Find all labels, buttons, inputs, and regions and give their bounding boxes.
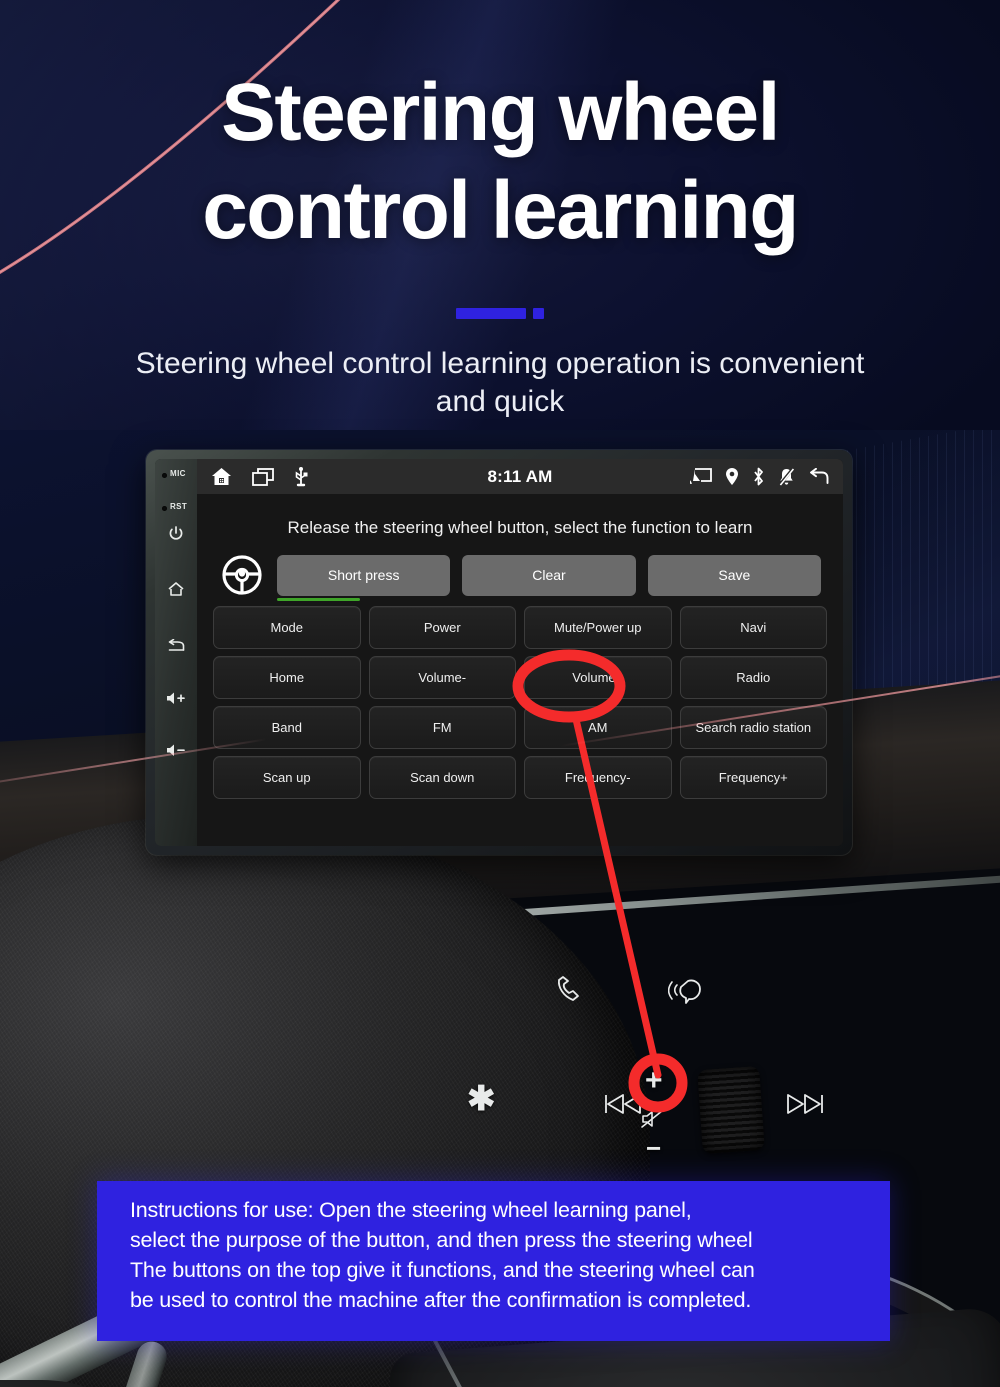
function-button-mode[interactable]: Mode xyxy=(213,606,361,649)
function-button-home[interactable]: Home xyxy=(213,656,361,699)
mode-button-label: Clear xyxy=(532,567,566,583)
home-icon[interactable] xyxy=(211,467,232,486)
car-head-unit: MIC RST 8:11 AM Release the steering whe… xyxy=(146,450,852,855)
page-subtitle: Steering wheel control learning operatio… xyxy=(135,347,865,418)
function-button-radio[interactable]: Radio xyxy=(679,656,827,699)
notifications-off-icon[interactable] xyxy=(778,467,795,486)
rst-indicator-dot xyxy=(162,506,167,511)
head-unit-side-panel: MIC RST xyxy=(155,459,197,846)
function-button-frequency-down[interactable]: Frequency- xyxy=(524,756,672,799)
promo-page: Steering wheel control learning Steering… xyxy=(0,0,1000,1387)
home-icon[interactable] xyxy=(167,581,185,601)
mic-indicator-dot xyxy=(162,473,167,478)
underline-dot xyxy=(533,308,544,319)
mode-button-short-press[interactable]: Short press xyxy=(277,554,451,601)
function-button-volume-down[interactable]: Volume- xyxy=(368,656,516,699)
function-grid: Mode Power Mute/Power up Navi Home Volum… xyxy=(213,606,827,799)
page-title: Steering wheel control learning xyxy=(0,72,1000,252)
head-unit-inner: MIC RST 8:11 AM Release the steering whe… xyxy=(155,459,843,846)
power-icon[interactable] xyxy=(168,525,185,546)
scroll-wheel[interactable] xyxy=(697,1065,765,1155)
title-line-1: Steering wheel xyxy=(221,67,780,158)
instruction-line: The buttons on the top give it functions… xyxy=(130,1258,755,1282)
function-button-band[interactable]: Band xyxy=(213,706,361,749)
title-underline xyxy=(0,308,1000,319)
volume-down-button[interactable]: − xyxy=(646,1135,661,1161)
head-unit-screen: 8:11 AM Release the steering wheel butto… xyxy=(197,459,843,846)
clear-button[interactable]: Clear xyxy=(462,554,636,596)
function-button-search-radio-station[interactable]: Search radio station xyxy=(679,706,827,749)
phone-icon[interactable] xyxy=(553,975,587,1005)
save-button[interactable]: Save xyxy=(647,554,821,596)
instruction-prompt: Release the steering wheel button, selec… xyxy=(287,518,753,537)
voice-command-icon[interactable] xyxy=(668,975,706,1005)
function-button-frequency-up[interactable]: Frequency+ xyxy=(679,756,827,799)
mode-toolbar: Short press Clear Save xyxy=(213,554,827,601)
location-pin-icon[interactable] xyxy=(725,467,739,486)
asterisk-icon[interactable]: ✱ xyxy=(467,1082,496,1116)
mode-button-label: Short press xyxy=(327,567,400,583)
function-button-power[interactable]: Power xyxy=(368,606,516,649)
steering-wheel-icon xyxy=(219,554,265,596)
function-button-mute-power-up[interactable]: Mute/Power up xyxy=(524,606,672,649)
back-icon[interactable] xyxy=(808,468,829,485)
volume-up-button[interactable]: + xyxy=(645,1066,663,1096)
mode-button-label: Save xyxy=(718,567,751,583)
instructions-banner: Instructions for use: Open the steering … xyxy=(97,1181,890,1341)
function-button-fm[interactable]: FM xyxy=(368,706,516,749)
bluetooth-icon[interactable] xyxy=(752,467,765,486)
title-line-2: control learning xyxy=(202,165,799,256)
function-button-scan-down[interactable]: Scan down xyxy=(368,756,516,799)
function-button-volume-up[interactable]: Volume+ xyxy=(524,656,672,699)
function-button-am[interactable]: AM xyxy=(524,706,672,749)
function-button-navi[interactable]: Navi xyxy=(679,606,827,649)
status-bar-left-icons xyxy=(211,466,308,487)
mute-icon[interactable] xyxy=(640,1108,666,1130)
status-bar-right-icons xyxy=(690,467,829,486)
underline-bar xyxy=(456,308,526,319)
volume-up-icon[interactable] xyxy=(166,691,186,710)
usb-icon[interactable] xyxy=(294,466,308,487)
next-track-icon[interactable] xyxy=(782,1093,824,1115)
mic-label: MIC xyxy=(170,469,186,478)
rst-label: RST xyxy=(170,502,188,511)
cast-icon[interactable] xyxy=(690,468,712,485)
instruction-line: be used to control the machine after the… xyxy=(130,1288,752,1312)
back-icon[interactable] xyxy=(167,638,186,657)
recents-icon[interactable] xyxy=(252,467,274,486)
instruction-line: select the purpose of the button, and th… xyxy=(130,1228,753,1252)
status-bar: 8:11 AM xyxy=(197,459,843,494)
function-button-scan-up[interactable]: Scan up xyxy=(213,756,361,799)
screen-content: Release the steering wheel button, selec… xyxy=(197,494,843,846)
volume-down-icon[interactable] xyxy=(166,743,186,762)
instruction-line: Instructions for use: Open the steering … xyxy=(130,1198,692,1222)
